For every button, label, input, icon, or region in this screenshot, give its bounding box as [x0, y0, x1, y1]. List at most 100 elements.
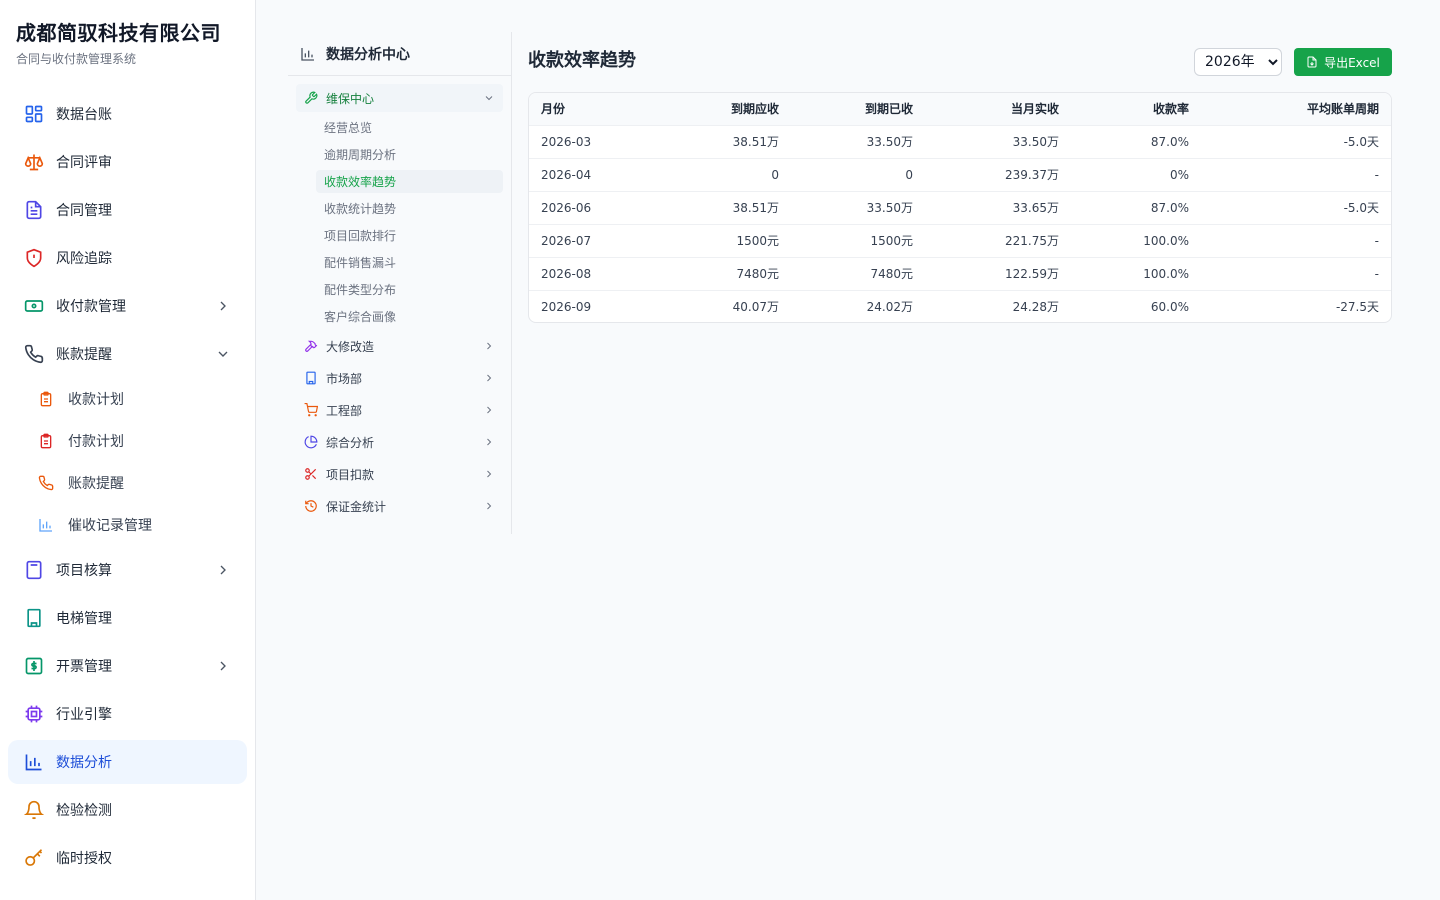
wrench-icon [304, 91, 318, 105]
sidebar-item-label: 合同评审 [56, 155, 112, 171]
analytics-group-label: 工程部 [326, 403, 363, 418]
export-excel-button[interactable]: 导出Excel [1294, 48, 1392, 76]
sidebar-item-temporary-authorization[interactable]: 临时授权 [8, 836, 247, 880]
sidebar-nav: 数据台账 合同评审 合同管理 风险追踪 收付款管理 账款提醒 收款计划 付款计划… [0, 92, 255, 880]
sidebar-subitem-label: 收款计划 [68, 392, 124, 408]
column-header-monthly-received: 当月实收 [925, 93, 1071, 125]
analytics-leaf-collection-efficiency[interactable]: 收款效率趋势 [316, 170, 503, 193]
year-select[interactable]: 2026年 [1194, 48, 1282, 76]
sidebar-item-data-ledger[interactable]: 数据台账 [8, 92, 247, 136]
cell-due-receivable: 38.51万 [665, 124, 791, 158]
sidebar-item-invoice-management[interactable]: 开票管理 [8, 644, 247, 688]
table-row: 2026-03 38.51万 33.50万 33.50万 87.0% -5.0天 [529, 124, 1391, 158]
cell-due-received: 7480元 [791, 256, 925, 290]
brand: 成都简驭科技有限公司 合同与收付款管理系统 [0, 0, 255, 92]
analytics-nav-title: 数据分析中心 [326, 46, 410, 63]
sidebar-subitem-account-reminder[interactable]: 账款提醒 [8, 464, 247, 502]
cell-collection-rate: 87.0% [1071, 124, 1201, 158]
sidebar-item-account-reminder[interactable]: 账款提醒 [8, 332, 247, 376]
table-header-row: 月份 到期应收 到期已收 当月实收 收款率 平均账单周期 [529, 93, 1391, 125]
phone-icon [38, 475, 54, 491]
cell-due-received: 0 [791, 157, 925, 191]
analytics-leaf-overdue-cycle[interactable]: 逾期周期分析 [316, 143, 503, 166]
analytics-nav-header: 数据分析中心 [288, 32, 511, 76]
analytics-group-maintenance[interactable]: 维保中心 [296, 84, 503, 112]
cell-month: 2026-08 [529, 256, 665, 290]
table-row: 2026-06 38.51万 33.50万 33.65万 87.0% -5.0天 [529, 190, 1391, 224]
sidebar-subitem-label: 账款提醒 [68, 476, 124, 492]
analytics-leaf-parts-funnel[interactable]: 配件销售漏斗 [316, 251, 503, 274]
column-header-month: 月份 [529, 93, 665, 125]
analytics-group-deposit[interactable]: 保证金统计 [296, 492, 503, 520]
file-download-icon [1307, 56, 1317, 68]
cell-due-receivable: 7480元 [665, 256, 791, 290]
table-row: 2026-08 7480元 7480元 122.59万 100.0% - [529, 256, 1391, 290]
sidebar-subitem-label: 付款计划 [68, 434, 124, 450]
analytics-group-comprehensive[interactable]: 综合分析 [296, 428, 503, 456]
sidebar-item-elevator-management[interactable]: 电梯管理 [8, 596, 247, 640]
chevron-down-icon [218, 351, 228, 357]
analytics-group-overhaul[interactable]: 大修改造 [296, 332, 503, 360]
export-excel-label: 导出Excel [1324, 55, 1380, 70]
analytics-group-label: 项目扣款 [326, 467, 375, 482]
column-header-due-received: 到期已收 [791, 93, 925, 125]
sidebar-item-label: 检验检测 [56, 803, 112, 819]
sidebar-item-payment-management[interactable]: 收付款管理 [8, 284, 247, 328]
company-name: 成都简驭科技有限公司 [16, 21, 221, 45]
cell-monthly-received: 24.28万 [925, 289, 1071, 322]
cpu-chip-icon [24, 704, 44, 724]
analytics-leaf-project-ranking[interactable]: 项目回款排行 [316, 224, 503, 247]
table-row: 2026-07 1500元 1500元 221.75万 100.0% - [529, 223, 1391, 257]
analytics-leaf-overview[interactable]: 经营总览 [316, 116, 503, 139]
analytics-group-label: 保证金统计 [326, 499, 387, 514]
analytics-group-market[interactable]: 市场部 [296, 364, 503, 392]
chevron-right-icon [487, 406, 492, 414]
building-icon [304, 371, 318, 385]
chevron-down-icon [485, 96, 493, 101]
sidebar-item-risk-tracking[interactable]: 风险追踪 [8, 236, 247, 280]
cart-icon [304, 403, 318, 417]
sidebar-item-contract-management[interactable]: 合同管理 [8, 188, 247, 232]
page-title: 收款效率趋势 [528, 50, 636, 71]
dashboard-grid-icon [24, 104, 44, 124]
sidebar-item-industry-engine[interactable]: 行业引擎 [8, 692, 247, 736]
column-header-avg-bill-cycle: 平均账单周期 [1201, 93, 1391, 125]
cell-avg-bill-cycle: - [1201, 256, 1391, 290]
building-icon [24, 608, 44, 628]
sidebar-item-project-accounting[interactable]: 项目核算 [8, 548, 247, 592]
cell-due-received: 33.50万 [791, 190, 925, 224]
sidebar-subitem-receipt-plan[interactable]: 收款计划 [8, 380, 247, 418]
cell-monthly-received: 221.75万 [925, 223, 1071, 257]
sidebar-item-contract-review[interactable]: 合同评审 [8, 140, 247, 184]
chevron-right-icon [220, 565, 226, 575]
scissors-icon [304, 467, 318, 481]
clipboard-icon [38, 433, 54, 449]
bar-chart-icon [24, 752, 44, 772]
sidebar-item-inspection[interactable]: 检验检测 [8, 788, 247, 832]
analytics-group-deductions[interactable]: 项目扣款 [296, 460, 503, 488]
analytics-nav: 数据分析中心 维保中心 经营总览 逾期周期分析 收款效率趋势 收款统计趋势 项目… [288, 32, 512, 534]
cell-monthly-received: 239.37万 [925, 157, 1071, 191]
sidebar-item-data-analysis[interactable]: 数据分析 [8, 740, 247, 784]
analytics-leaf-customer-profile[interactable]: 客户综合画像 [316, 305, 503, 328]
cell-collection-rate: 87.0% [1071, 190, 1201, 224]
chevron-right-icon [487, 502, 492, 510]
analytics-group-engineering[interactable]: 工程部 [296, 396, 503, 424]
analytics-group-label: 市场部 [326, 371, 363, 386]
chevron-right-icon [487, 470, 492, 478]
scale-icon [24, 152, 44, 172]
sidebar-subitem-collection-records[interactable]: 催收记录管理 [8, 506, 247, 544]
analytics-leaf-parts-distribution[interactable]: 配件类型分布 [316, 278, 503, 301]
analytics-leaf-collection-stats[interactable]: 收款统计趋势 [316, 197, 503, 220]
history-icon [304, 499, 318, 513]
cell-month: 2026-03 [529, 124, 665, 158]
cell-avg-bill-cycle: - [1201, 157, 1391, 191]
cell-collection-rate: 60.0% [1071, 289, 1201, 322]
sidebar-subitem-payment-plan[interactable]: 付款计划 [8, 422, 247, 460]
cell-month: 2026-09 [529, 289, 665, 322]
cell-avg-bill-cycle: -5.0天 [1201, 190, 1391, 224]
efficiency-table: 月份 到期应收 到期已收 当月实收 收款率 平均账单周期 2026-03 38.… [529, 93, 1391, 322]
key-icon [24, 848, 44, 868]
column-header-due-receivable: 到期应收 [665, 93, 791, 125]
sidebar-item-label: 临时授权 [56, 851, 112, 867]
